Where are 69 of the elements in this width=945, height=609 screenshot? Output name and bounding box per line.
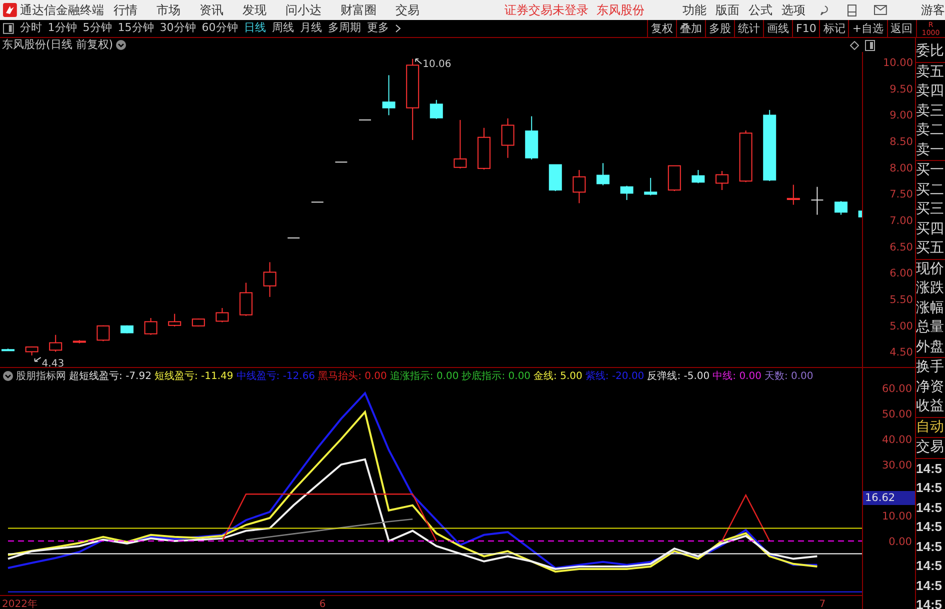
quote-label: 买一 (916, 161, 945, 180)
quote-label: 委比 (916, 42, 945, 61)
quote-label: 卖二 (916, 121, 945, 140)
quote-label: 买五 (916, 239, 945, 258)
quote-label: 买三 (916, 200, 945, 219)
axis-label: 40.00 (882, 434, 912, 446)
quote-label: 买四 (916, 220, 945, 238)
indicator-reading: 黑马抬头: 0.00 (318, 370, 387, 384)
indicator-name: 股朋指标网 (16, 370, 66, 384)
quote-label: 涨跌 (916, 279, 945, 298)
quote-label: 买二 (916, 180, 945, 200)
time-label: 14:5 (916, 557, 944, 575)
date-label: 2022年 (2, 599, 38, 609)
date-label: 6 (319, 599, 326, 609)
time-label: 14:5 (916, 576, 944, 594)
indicator-reading: 超短线盈亏: -7.92 (69, 370, 152, 384)
axis-label: 7.50 (890, 188, 913, 201)
axis-label: 30.00 (882, 460, 912, 472)
quote-label: 交易 (916, 438, 945, 457)
price-label: 4.43 (42, 358, 64, 367)
indicator-reading: 抄底指示: 0.00 (462, 370, 531, 384)
quote-label: 卖三 (916, 102, 945, 120)
quote-label: 自动 (916, 418, 945, 436)
chart-title: 东风股份(日线 前复权) (2, 36, 114, 53)
quote-label: 涨幅 (916, 298, 945, 318)
axis-label: 9.50 (890, 83, 913, 96)
time-label: 14:5 (916, 498, 944, 516)
quote-label: 卖四 (916, 82, 945, 101)
quote-label: 总量 (916, 318, 945, 337)
status-notice: 证券交易未登录 (504, 2, 588, 19)
quote-label: 卖一 (916, 140, 945, 160)
axis-label: 9.00 (890, 110, 913, 122)
indicator-reading: 金线: 5.00 (534, 370, 582, 384)
cursor-value-tag: 16.62 (863, 491, 915, 505)
quote-label: 收益 (916, 397, 945, 416)
indicator-reading: 中线盈亏: -12.66 (236, 370, 316, 384)
axis-label: 7.00 (890, 215, 913, 228)
time-label: 14:5 (916, 460, 944, 478)
status-notice: 东风股份 (596, 2, 644, 19)
time-label: 14:5 (916, 479, 944, 497)
indicator-reading: 紫线: -20.00 (585, 370, 644, 384)
axis-label: 8.50 (890, 136, 913, 148)
indicator-reading: 反弹线: -5.00 (647, 370, 710, 384)
quote-label: 现价 (916, 260, 945, 278)
axis-label: 10.00 (882, 510, 912, 522)
axis-label: 5.50 (890, 294, 913, 306)
axis-label: 0.00 (888, 536, 912, 548)
time-label: 14:5 (916, 518, 944, 536)
app-title: 通达信金融终端 (20, 2, 105, 19)
axis-label: 5.00 (890, 320, 913, 332)
quote-label: 换手 (916, 358, 945, 377)
axis-label: 50.00 (882, 408, 912, 421)
axis-label: 6.50 (890, 241, 913, 254)
axis-label: 8.00 (890, 162, 913, 174)
quote-label: 卖五 (916, 62, 945, 82)
indicator-reading: 天数: 0.00 (764, 370, 814, 384)
date-label: 7 (819, 599, 826, 609)
indicator-reading: 中线: 0.00 (712, 370, 762, 384)
quote-label: 净资 (916, 378, 945, 396)
time-label: 14:5 (916, 538, 944, 556)
axis-label: 4.50 (890, 346, 913, 359)
indicator-reading: 追涨指示: 0.00 (390, 370, 459, 384)
price-label: 10.06 (422, 58, 452, 70)
indicator-reading: 短线盈亏: -11.49 (154, 370, 234, 384)
axis-label: 6.00 (890, 268, 913, 280)
time-label: 14:5 (916, 596, 944, 609)
axis-label: 10.00 (882, 57, 913, 69)
axis-label: 60.00 (882, 384, 912, 396)
quote-label: 外盘 (916, 338, 945, 356)
